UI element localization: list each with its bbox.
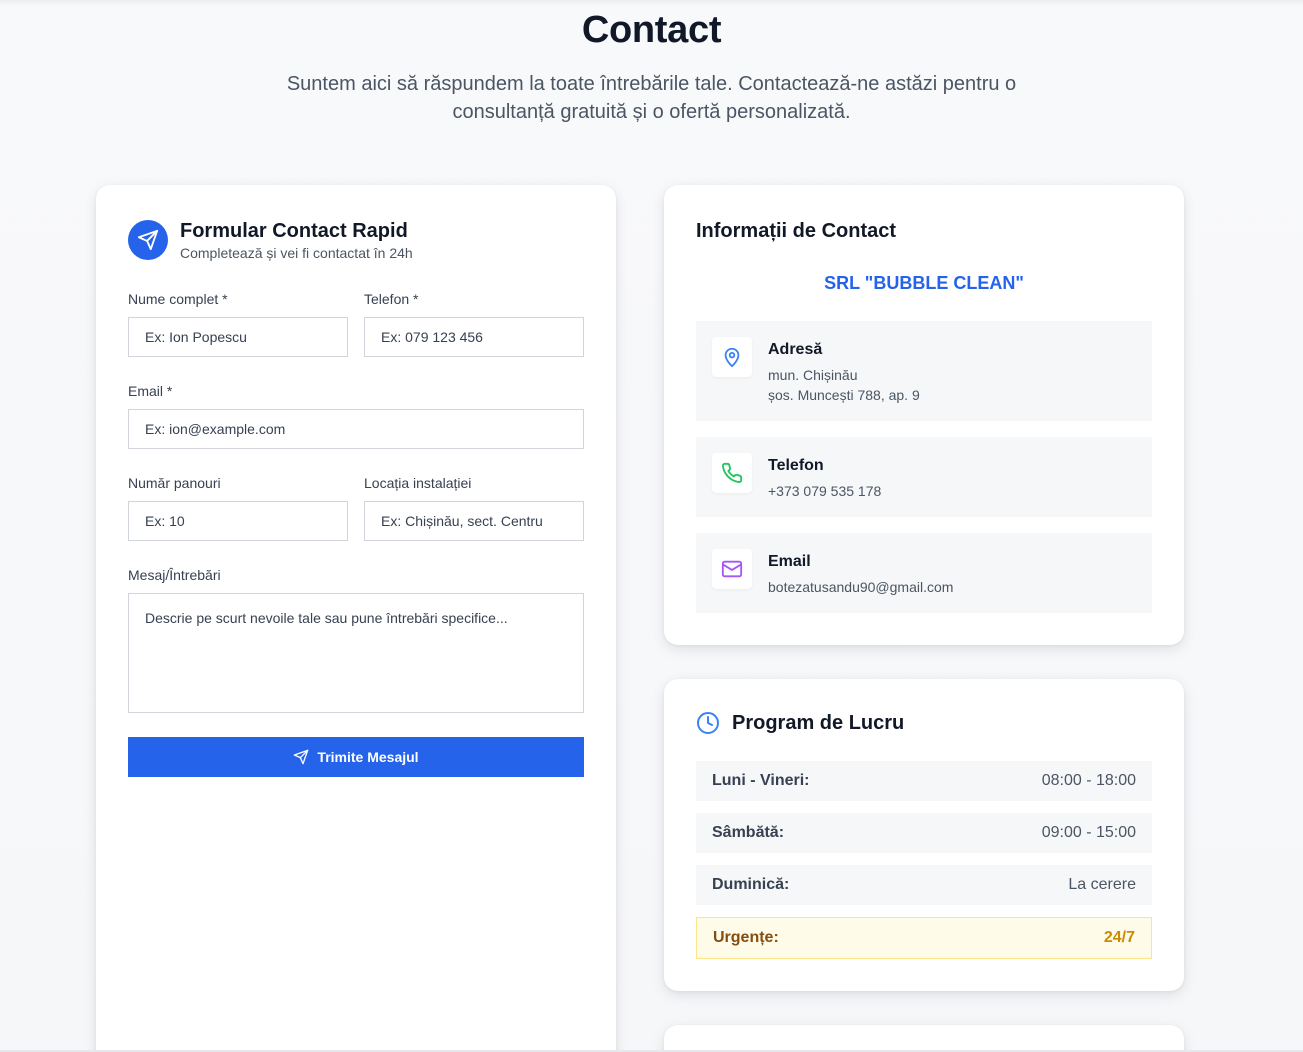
schedule-day: Luni - Vineri: xyxy=(712,772,810,789)
schedule-hours: 09:00 - 15:00 xyxy=(1041,824,1136,841)
schedule-card: Program de Lucru Luni - Vineri: 08:00 - … xyxy=(664,679,1184,991)
schedule-header: Program de Lucru xyxy=(696,711,904,735)
form-subtitle: Completează și vei fi contactat în 24h xyxy=(180,245,413,261)
contact-info-card: Informații de Contact SRL "BUBBLE CLEAN"… xyxy=(664,185,1184,645)
phone-title: Telefon xyxy=(768,457,824,474)
email-label: Email * xyxy=(128,383,173,399)
phone-label: Telefon * xyxy=(364,291,419,307)
name-input[interactable] xyxy=(128,317,348,357)
info-title: Informații de Contact xyxy=(696,220,897,242)
address-line2: șos. Muncești 788, ap. 9 xyxy=(768,387,920,403)
message-label: Mesaj/Întrebări xyxy=(128,567,221,583)
submit-label: Trimite Mesajul xyxy=(317,749,419,765)
phone-input[interactable] xyxy=(364,317,584,357)
top-shadow xyxy=(0,0,1303,6)
form-header: Formular Contact Rapid Completează și ve… xyxy=(128,220,413,261)
contact-form-card: Formular Contact Rapid Completează și ve… xyxy=(96,185,616,1052)
company-name: SRL "BUBBLE CLEAN" xyxy=(824,273,1024,293)
map-pin-icon xyxy=(712,337,752,377)
address-line1: mun. Chișinău xyxy=(768,367,858,383)
email-input[interactable] xyxy=(128,409,584,449)
schedule-row: Sâmbătă: 09:00 - 15:00 xyxy=(696,813,1152,853)
send-icon xyxy=(128,220,168,260)
message-textarea[interactable] xyxy=(128,593,584,713)
phone-item: Telefon +373 079 535 178 xyxy=(696,437,1152,517)
email-item: Email botezatusandu90@gmail.com xyxy=(696,533,1152,613)
form-title: Formular Contact Rapid xyxy=(180,220,408,242)
schedule-row: Duminică: La cerere xyxy=(696,865,1152,905)
urgent-row: Urgențe: 24/7 xyxy=(696,917,1152,959)
next-card xyxy=(664,1025,1184,1052)
urgent-label: Urgențe: xyxy=(713,929,779,946)
email-value[interactable]: botezatusandu90@gmail.com xyxy=(768,579,953,595)
schedule-day: Duminică: xyxy=(712,876,790,893)
panels-input[interactable] xyxy=(128,501,348,541)
phone-value[interactable]: +373 079 535 178 xyxy=(768,483,881,499)
submit-button[interactable]: Trimite Mesajul xyxy=(128,737,584,777)
schedule-hours: La cerere xyxy=(1068,876,1136,893)
mail-icon xyxy=(712,549,752,589)
email-title: Email xyxy=(768,553,811,570)
name-label: Nume complet * xyxy=(128,291,228,307)
panels-label: Număr panouri xyxy=(128,475,221,491)
location-label: Locația instalației xyxy=(364,475,472,491)
urgent-hours: 24/7 xyxy=(1103,929,1135,946)
schedule-title: Program de Lucru xyxy=(732,711,905,734)
hero-section: Contact Suntem aici să răspundem la toat… xyxy=(0,8,1303,126)
schedule-row: Luni - Vineri: 08:00 - 18:00 xyxy=(696,761,1152,801)
location-input[interactable] xyxy=(364,501,584,541)
clock-icon xyxy=(697,712,719,734)
schedule-hours: 08:00 - 18:00 xyxy=(1041,772,1136,789)
send-icon xyxy=(294,749,309,765)
address-title: Adresă xyxy=(768,341,823,358)
page-subtitle: Suntem aici să răspundem la toate întreb… xyxy=(286,73,1017,123)
address-item: Adresă mun. Chișinău șos. Muncești 788, … xyxy=(696,321,1152,421)
schedule-day: Sâmbătă: xyxy=(712,824,785,841)
page-title: Contact xyxy=(581,9,722,51)
phone-icon xyxy=(712,453,752,493)
